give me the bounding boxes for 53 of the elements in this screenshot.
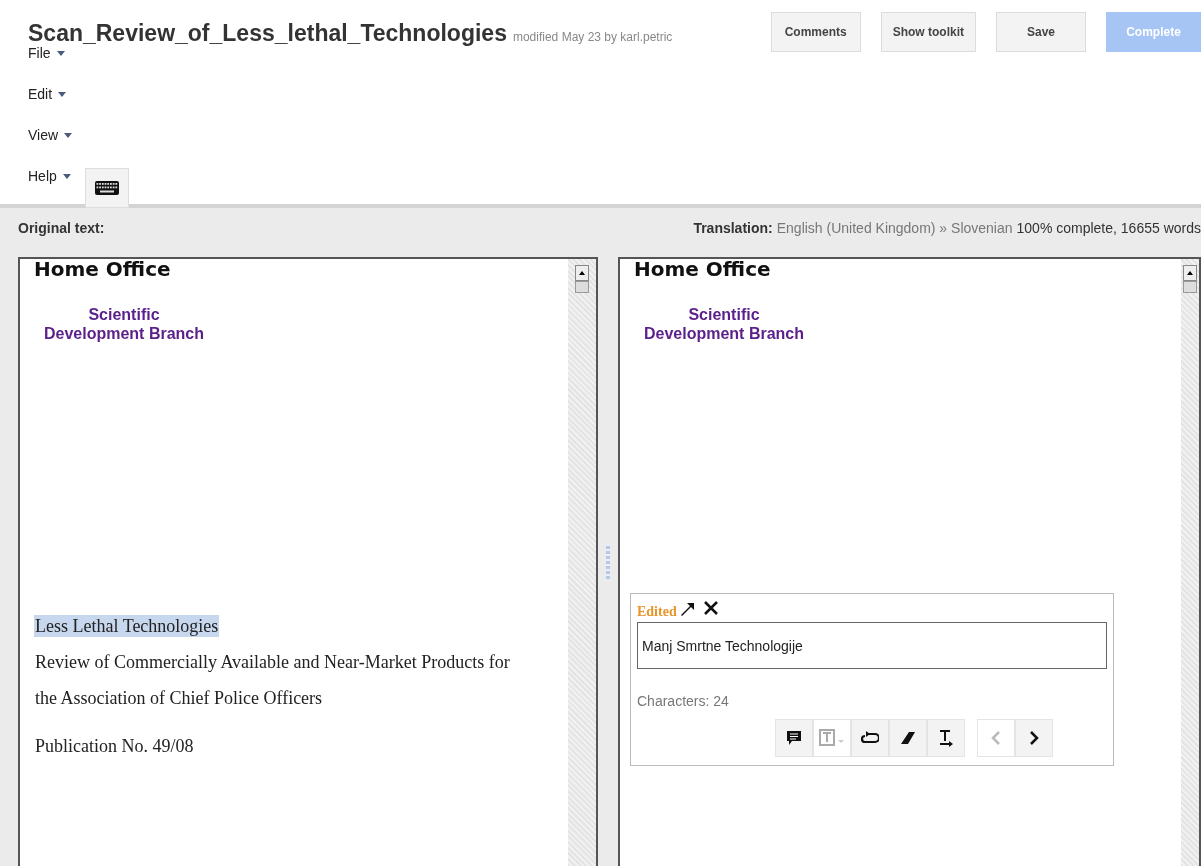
caret-icon [58, 91, 67, 97]
loop-icon [861, 731, 879, 745]
progress-info: 100% complete, 16655 words [1016, 220, 1201, 236]
panel-label: Translation: [693, 220, 773, 236]
keyboard-button[interactable] [84, 168, 129, 208]
header-button[interactable]: Save [996, 12, 1086, 52]
translation-input[interactable]: Manj Smrtne Technologije [637, 622, 1107, 669]
modified-info: modified May 23 by karl.petric [512, 30, 673, 44]
caret-icon [62, 173, 71, 179]
scrollbar[interactable] [568, 259, 596, 866]
menu-item[interactable]: Edit [28, 86, 67, 102]
next-button[interactable] [1015, 719, 1053, 757]
text-arrow-icon [939, 729, 953, 747]
keyboard-icon [94, 181, 119, 195]
menu-item[interactable]: View [28, 127, 73, 143]
edited-status: Edited [637, 604, 677, 620]
language-pair: English (United Kingdom) » Slovenian [776, 220, 1013, 236]
menu-item[interactable]: File [28, 45, 65, 61]
header-button[interactable]: Show toolkit [880, 12, 976, 52]
scroll-up-button[interactable] [575, 265, 589, 281]
text-segment[interactable]: Review of Commercially Available and Near-Market Products for [34, 649, 554, 675]
text-arrow-button[interactable] [927, 719, 965, 757]
header-button[interactable]: Comments [770, 12, 861, 52]
scroll-up-button[interactable] [1183, 265, 1197, 281]
scroll-thumb[interactable] [575, 281, 589, 293]
speech-bubble-icon [786, 730, 802, 746]
caret-icon [56, 50, 65, 56]
menu-item[interactable]: Help [28, 168, 71, 184]
up-arrow-icon [1187, 271, 1193, 275]
character-count: Characters: 24 [637, 693, 730, 709]
close-icon[interactable] [702, 600, 719, 616]
right-chevron-icon [1029, 731, 1039, 745]
eraser-icon [900, 731, 916, 745]
text-segment[interactable]: the Association of Chief Police Officers [34, 685, 554, 711]
loop-button[interactable] [851, 719, 889, 757]
panel-label: Original text: [18, 220, 105, 236]
scroll-thumb[interactable] [1183, 281, 1197, 293]
text-segment[interactable]: Less Lethal Technologies [34, 613, 554, 639]
document-title: Scan_Review_of_Less_lethal_Technologies [28, 20, 507, 47]
document-heading: Home Office [634, 259, 772, 279]
comment-button[interactable] [775, 719, 813, 757]
document-heading: Home Office [34, 259, 172, 279]
logo-text: Scientific [688, 305, 760, 324]
text-format-icon [819, 729, 845, 747]
logo-text: Development Branch [43, 324, 204, 343]
up-arrow-icon [579, 271, 585, 275]
logo-text: Development Branch [643, 324, 804, 343]
left-chevron-icon [991, 731, 1001, 745]
logo-text: Scientific [88, 305, 160, 324]
text-segment[interactable]: Publication No. 49/08 [34, 733, 554, 759]
eraser-button[interactable] [889, 719, 927, 757]
splitter-handle[interactable] [606, 544, 610, 579]
caret-icon [64, 132, 73, 138]
